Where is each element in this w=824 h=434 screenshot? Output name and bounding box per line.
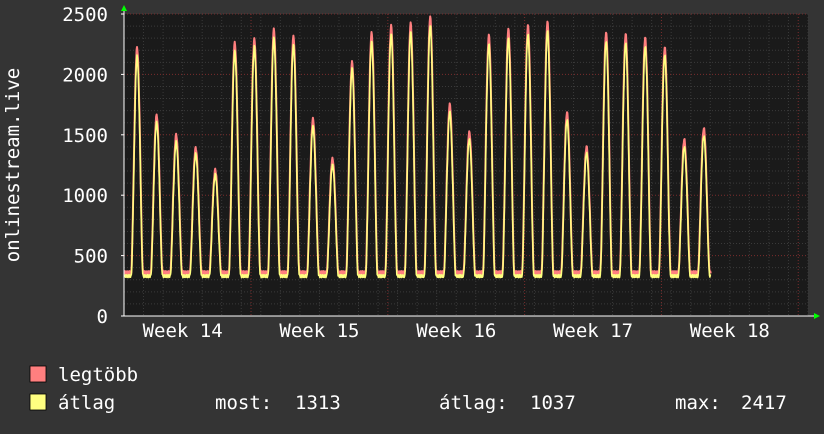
chart-svg: 05001000150020002500 Week 14 Week 15 Week … xyxy=(2,4,820,414)
y-tick-label: 2500 xyxy=(62,4,108,26)
x-tick-label: Week 15 xyxy=(279,320,359,342)
stat-avg-value: 1037 xyxy=(530,392,576,414)
y-tick-labels: 0 500 1000 1500 2000 2500 xyxy=(62,4,124,328)
y-tick-label: 1500 xyxy=(62,125,108,147)
x-tick-labels: Week 14 Week 15 Week 16 Week 17 Week 18 xyxy=(143,320,770,342)
x-tick-label: Week 18 xyxy=(690,320,770,342)
stat-avg-label: átlag: xyxy=(439,392,508,414)
stat-max-label: max: xyxy=(675,392,721,414)
legend-swatch-max xyxy=(29,365,47,383)
legend: legtöbb átlag most: 1313 átlag: 1037 max… xyxy=(29,364,787,414)
stat-now-label: most: xyxy=(215,392,272,414)
x-axis-arrow-icon xyxy=(814,313,820,319)
y-axis-arrow-icon xyxy=(121,5,127,11)
x-tick-label: Week 17 xyxy=(553,320,633,342)
y-tick-label: 1000 xyxy=(62,185,108,207)
x-tick-label: Week 14 xyxy=(143,320,223,342)
y-axis-label: onlinestream.live xyxy=(2,68,24,262)
legend-label-avg: átlag xyxy=(58,392,115,414)
chart-container: 0 500 1000 1500 2000 2500 Week 14 Week 15 Week … xyxy=(0,0,824,430)
x-tick-label: Week 16 xyxy=(416,320,496,342)
y-tick-label: 0 xyxy=(97,306,108,328)
legend-swatch-avg xyxy=(29,393,47,411)
stat-max-value: 2417 xyxy=(741,392,787,414)
legend-label-max: legtöbb xyxy=(58,364,138,386)
y-tick-label: 500 xyxy=(74,246,108,268)
stat-now-value: 1313 xyxy=(295,392,341,414)
y-tick-label: 2000 xyxy=(62,64,108,86)
